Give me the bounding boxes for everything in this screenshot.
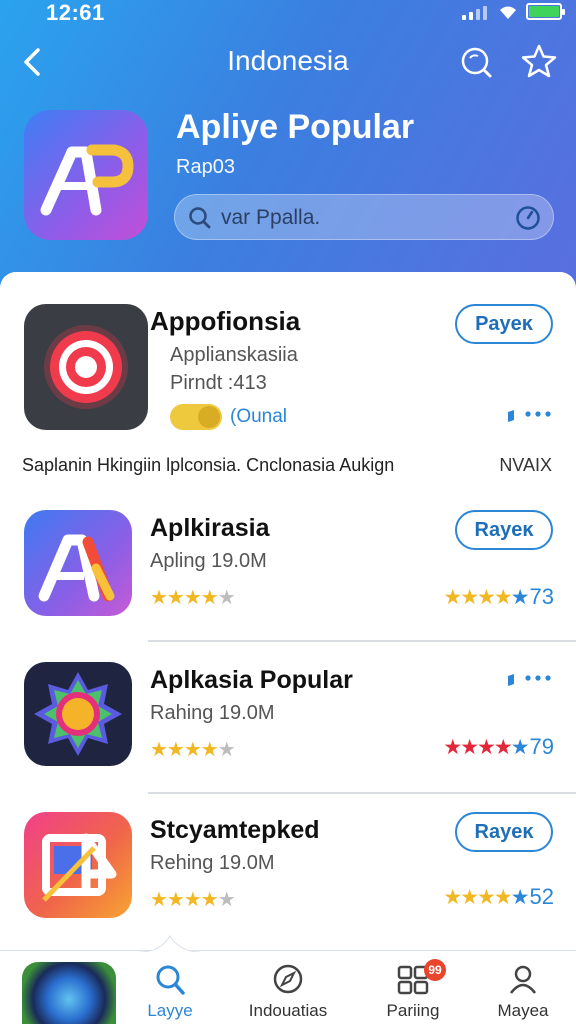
notification-badge: 99 <box>424 959 446 981</box>
divider <box>148 640 576 642</box>
tab-label: Mayea <box>497 1001 549 1020</box>
app-subtitle: Rap03 <box>176 156 235 178</box>
star-rating: ★★★★★ <box>150 587 236 609</box>
clock-icon[interactable] <box>515 205 541 231</box>
app-name: Apliye Popular <box>176 108 415 146</box>
tab-mayea[interactable]: Mayea <box>480 951 566 1024</box>
get-button[interactable]: Rayeĸ <box>455 812 553 852</box>
featured-toggle[interactable] <box>170 404 222 430</box>
status-bar: 12:61 <box>0 0 576 28</box>
signal-icon <box>462 6 494 20</box>
search-icon[interactable] <box>458 44 494 80</box>
toggle-label: (Ounal <box>230 406 288 427</box>
compass-icon <box>273 964 303 994</box>
profile-avatar[interactable] <box>22 962 116 1024</box>
search-icon <box>156 965 185 995</box>
app-name[interactable]: Aplkirasia <box>150 514 270 543</box>
toggle-knob <box>198 406 220 428</box>
rating-count: 79 <box>529 734 554 759</box>
more-options-icon[interactable] <box>504 672 554 688</box>
app-name[interactable]: Aplkasia Popular <box>150 666 353 695</box>
featured-app-meta: Applianskasiia <box>170 344 298 366</box>
divider <box>148 792 576 794</box>
tab-label: Layye <box>147 1001 193 1020</box>
star-rating: ★★★★★ <box>150 739 236 761</box>
tab-indicator <box>140 935 200 952</box>
featured-app-name[interactable]: Appofionsia <box>150 306 300 337</box>
app-meta: Rahing 19.0M <box>150 702 275 724</box>
tab-pariing[interactable]: 99 Pariing <box>368 951 458 1024</box>
featured-get-button[interactable]: Payeĸ <box>455 304 553 344</box>
app-icon-stcyamtepked[interactable] <box>24 812 132 918</box>
review-rating: ★★★★★52 <box>443 884 554 909</box>
featured-app-meta2: Pirndt :413 <box>170 372 267 394</box>
search-icon <box>189 207 211 229</box>
app-logo <box>24 110 148 240</box>
search-text: var Ppalla. <box>221 206 321 229</box>
review-rating: ★★★★★79 <box>443 734 554 759</box>
tab-layye[interactable]: Layye <box>130 951 210 1024</box>
get-button[interactable]: Rayeĸ <box>455 510 553 550</box>
review-rating: ★★★★★73 <box>443 584 554 609</box>
battery-icon <box>526 3 565 20</box>
person-icon <box>510 965 536 994</box>
status-time: 12:61 <box>46 0 105 25</box>
star-rating: ★★★★★ <box>150 889 236 911</box>
star-icon[interactable] <box>520 42 558 80</box>
more-options-icon[interactable] <box>504 408 554 424</box>
app-meta: Apling 19.0M <box>150 550 267 572</box>
search-input[interactable]: var Ppalla. <box>174 194 554 240</box>
app-meta: Rehing 19.0M <box>150 852 275 874</box>
description-tag: NVAIX <box>499 455 552 475</box>
tab-label: Pariing <box>386 1001 440 1020</box>
tab-label: Indouatias <box>248 1001 328 1020</box>
description-text: Saplanin Hkingiin lplconsia. Cnclonasia … <box>22 455 395 475</box>
header: 12:61 Indonesia Apliye Popular Rap03 var… <box>0 0 576 300</box>
wifi-icon <box>500 6 516 19</box>
app-icon-aplkasia-popular[interactable] <box>24 662 132 766</box>
app-icon-aplkirasia[interactable] <box>24 510 132 616</box>
tab-indouatias[interactable]: Indouatias <box>238 951 338 1024</box>
rating-count: 52 <box>529 884 554 909</box>
app-name[interactable]: Stcyamtepked <box>150 816 320 845</box>
featured-app-icon[interactable] <box>24 304 148 430</box>
rating-count: 73 <box>529 584 554 609</box>
